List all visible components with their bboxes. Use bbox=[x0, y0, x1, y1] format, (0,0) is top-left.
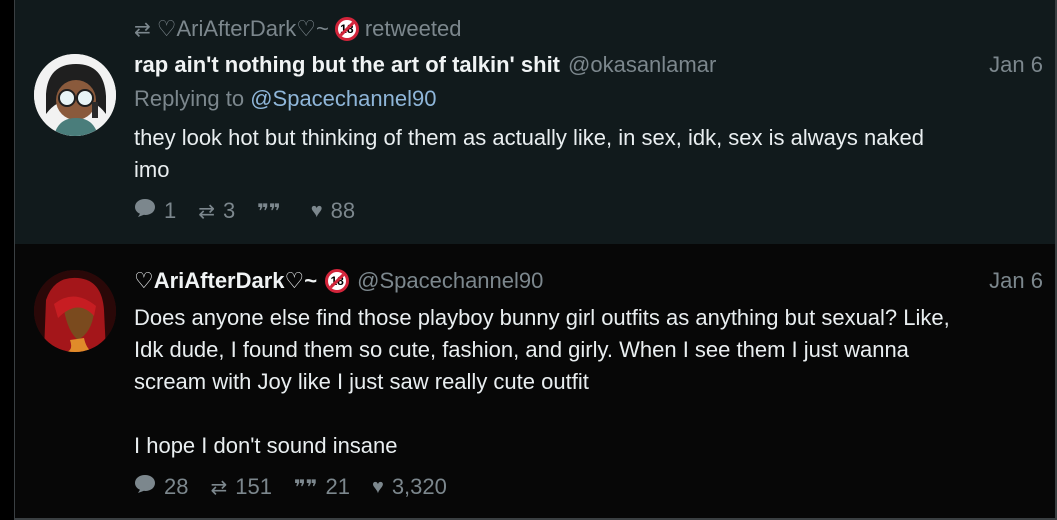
quote-button[interactable]: ❞❞ bbox=[257, 199, 288, 224]
username[interactable]: @Spacechannel90 bbox=[357, 268, 543, 294]
quote-count: 21 bbox=[325, 474, 350, 499]
retweeter-name[interactable]: ♡AriAfterDark♡~ bbox=[157, 16, 329, 42]
retweet-icon: ⇄ bbox=[198, 200, 216, 223]
display-name[interactable]: rap ain't nothing but the art of talkin'… bbox=[134, 52, 560, 78]
like-button[interactable]: ♥ 3,320 bbox=[372, 474, 447, 500]
tweet-date[interactable]: Jan 6 bbox=[989, 52, 1043, 78]
tweet-text: they look hot but thinking of them as ac… bbox=[134, 125, 924, 182]
18-badge-icon: 18 bbox=[334, 17, 359, 41]
reply-icon bbox=[134, 474, 156, 500]
retweet-button[interactable]: ⇄ 3 bbox=[198, 198, 235, 224]
tweet-actions: 1 ⇄ 3 ❞❞ ♥ 88 bbox=[134, 198, 355, 224]
reply-count: 1 bbox=[164, 198, 177, 223]
heart-icon: ♥ bbox=[371, 475, 384, 498]
reply-icon bbox=[134, 198, 156, 224]
tweet-header: rap ain't nothing but the art of talkin'… bbox=[134, 52, 716, 78]
replying-to: Replying to @Spacechannel90 bbox=[134, 86, 436, 112]
replying-prefix: Replying to bbox=[134, 86, 245, 111]
reply-count: 28 bbox=[164, 474, 189, 499]
18-badge-icon: 18 bbox=[325, 269, 350, 293]
mention-link[interactable]: @Spacechannel90 bbox=[250, 86, 436, 111]
reply-button[interactable]: 1 bbox=[134, 198, 176, 224]
tweet-text: Does anyone else find those playboy bunn… bbox=[134, 305, 950, 458]
quote-button[interactable]: ❞❞ 21 bbox=[294, 474, 350, 500]
quote-icon: ❞❞ bbox=[293, 476, 318, 499]
retweet-count: 3 bbox=[223, 198, 236, 223]
heart-icon: ♥ bbox=[310, 199, 323, 222]
retweet-count: 151 bbox=[235, 474, 272, 499]
reply-button[interactable]: 28 bbox=[134, 474, 188, 500]
like-count: 3,320 bbox=[391, 474, 447, 499]
avatar[interactable] bbox=[34, 54, 116, 136]
retweeted-label: retweeted bbox=[364, 16, 462, 41]
tweet-date[interactable]: Jan 6 bbox=[989, 268, 1043, 294]
tweet-actions: 28 ⇄ 151 ❞❞ 21 ♥ 3,320 bbox=[134, 474, 447, 500]
retweet-context: ⇄ ♡AriAfterDark♡~ 18 retweeted bbox=[134, 16, 461, 42]
display-name[interactable]: ♡AriAfterDark♡~ bbox=[134, 268, 317, 294]
avatar[interactable] bbox=[34, 270, 116, 352]
retweet-icon: ⇄ bbox=[134, 18, 151, 41]
retweet-icon: ⇄ bbox=[210, 476, 228, 499]
like-count: 88 bbox=[330, 198, 356, 223]
like-button[interactable]: ♥ 88 bbox=[311, 198, 355, 224]
retweet-button[interactable]: ⇄ 151 bbox=[210, 474, 271, 500]
tweet-header: ♡AriAfterDark♡~ 18 @Spacechannel90 bbox=[134, 268, 543, 294]
username[interactable]: @okasanlamar bbox=[568, 52, 716, 78]
quote-icon: ❞❞ bbox=[257, 200, 281, 223]
